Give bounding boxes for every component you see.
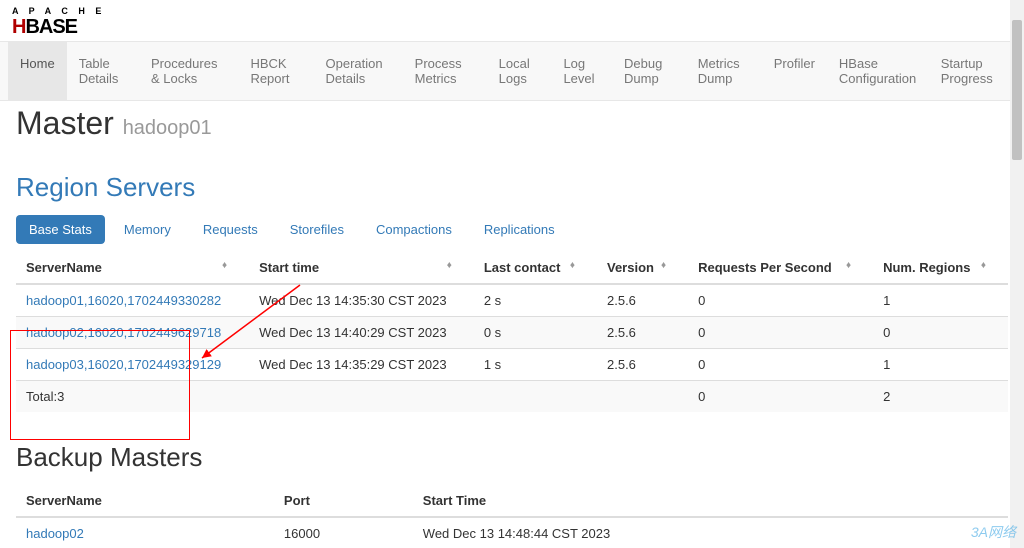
col-regions[interactable]: Num. Regions♦	[873, 252, 1008, 284]
table-total-row: Total:3 0 2	[16, 381, 1008, 413]
nav-process-metrics[interactable]: Process Metrics	[403, 42, 487, 100]
nav-log-level[interactable]: Log Level	[551, 42, 612, 100]
nav-debug-dump[interactable]: Debug Dump	[612, 42, 686, 100]
server-link[interactable]: hadoop02	[26, 526, 84, 541]
col-starttime[interactable]: Start Time	[413, 485, 1008, 517]
col-port[interactable]: Port	[274, 485, 413, 517]
sort-icon: ♦	[447, 260, 452, 271]
tab-storefiles[interactable]: Storefiles	[277, 215, 357, 244]
sort-icon: ♦	[661, 260, 666, 271]
nav-operation-details[interactable]: Operation Details	[314, 42, 403, 100]
sort-icon: ♦	[846, 260, 851, 271]
nav-local-logs[interactable]: Local Logs	[487, 42, 552, 100]
backup-masters-heading: Backup Masters	[16, 442, 1008, 473]
nav-procedures-locks[interactable]: Procedures & Locks	[139, 42, 238, 100]
backup-masters-table: ServerName Port Start Time hadoop02 1600…	[16, 485, 1008, 548]
logo-main-text: HBASE	[12, 16, 1012, 39]
col-servername[interactable]: ServerName♦	[16, 252, 249, 284]
region-servers-tabs: Base Stats Memory Requests Storefiles Co…	[16, 215, 1008, 244]
server-link[interactable]: hadoop02,16020,1702449629718	[26, 325, 221, 340]
table-row: hadoop02,16020,1702449629718 Wed Dec 13 …	[16, 317, 1008, 349]
col-version[interactable]: Version♦	[597, 252, 688, 284]
col-starttime[interactable]: Start time♦	[249, 252, 474, 284]
col-lastcontact[interactable]: Last contact♦	[474, 252, 597, 284]
table-row: hadoop02 16000 Wed Dec 13 14:48:44 CST 2…	[16, 517, 1008, 548]
nav-hbase-config[interactable]: HBase Configuration	[827, 42, 929, 100]
nav-home[interactable]: Home	[8, 42, 67, 100]
region-servers-heading: Region Servers	[16, 172, 1008, 203]
sort-icon: ♦	[222, 260, 227, 271]
table-row: hadoop03,16020,1702449329129 Wed Dec 13 …	[16, 349, 1008, 381]
nav-startup-progress[interactable]: Startup Progress	[929, 42, 1016, 100]
page-title: Master hadoop01	[16, 105, 1008, 142]
sort-icon: ♦	[570, 260, 575, 271]
region-servers-table: ServerName♦ Start time♦ Last contact♦ Ve…	[16, 252, 1008, 412]
col-servername[interactable]: ServerName	[16, 485, 274, 517]
nav-metrics-dump[interactable]: Metrics Dump	[686, 42, 762, 100]
watermark: 3A网络	[971, 522, 1016, 542]
sort-icon: ♦	[981, 260, 986, 271]
logo-top-text: A P A C H E	[12, 6, 1012, 16]
tab-memory[interactable]: Memory	[111, 215, 184, 244]
server-link[interactable]: hadoop03,16020,1702449329129	[26, 357, 221, 372]
scrollbar-thumb[interactable]	[1012, 20, 1022, 160]
table-row: hadoop01,16020,1702449330282 Wed Dec 13 …	[16, 284, 1008, 317]
nav-profiler[interactable]: Profiler	[762, 42, 827, 100]
server-link[interactable]: hadoop01,16020,1702449330282	[26, 293, 221, 308]
tab-replications[interactable]: Replications	[471, 215, 568, 244]
tab-base-stats[interactable]: Base Stats	[16, 215, 105, 244]
nav-hbck-report[interactable]: HBCK Report	[238, 42, 313, 100]
tab-compactions[interactable]: Compactions	[363, 215, 465, 244]
navbar: Home Table Details Procedures & Locks HB…	[0, 41, 1024, 101]
nav-table-details[interactable]: Table Details	[67, 42, 139, 100]
tab-requests[interactable]: Requests	[190, 215, 271, 244]
logo: A P A C H E HBASE	[0, 0, 1024, 41]
col-rps[interactable]: Requests Per Second♦	[688, 252, 873, 284]
